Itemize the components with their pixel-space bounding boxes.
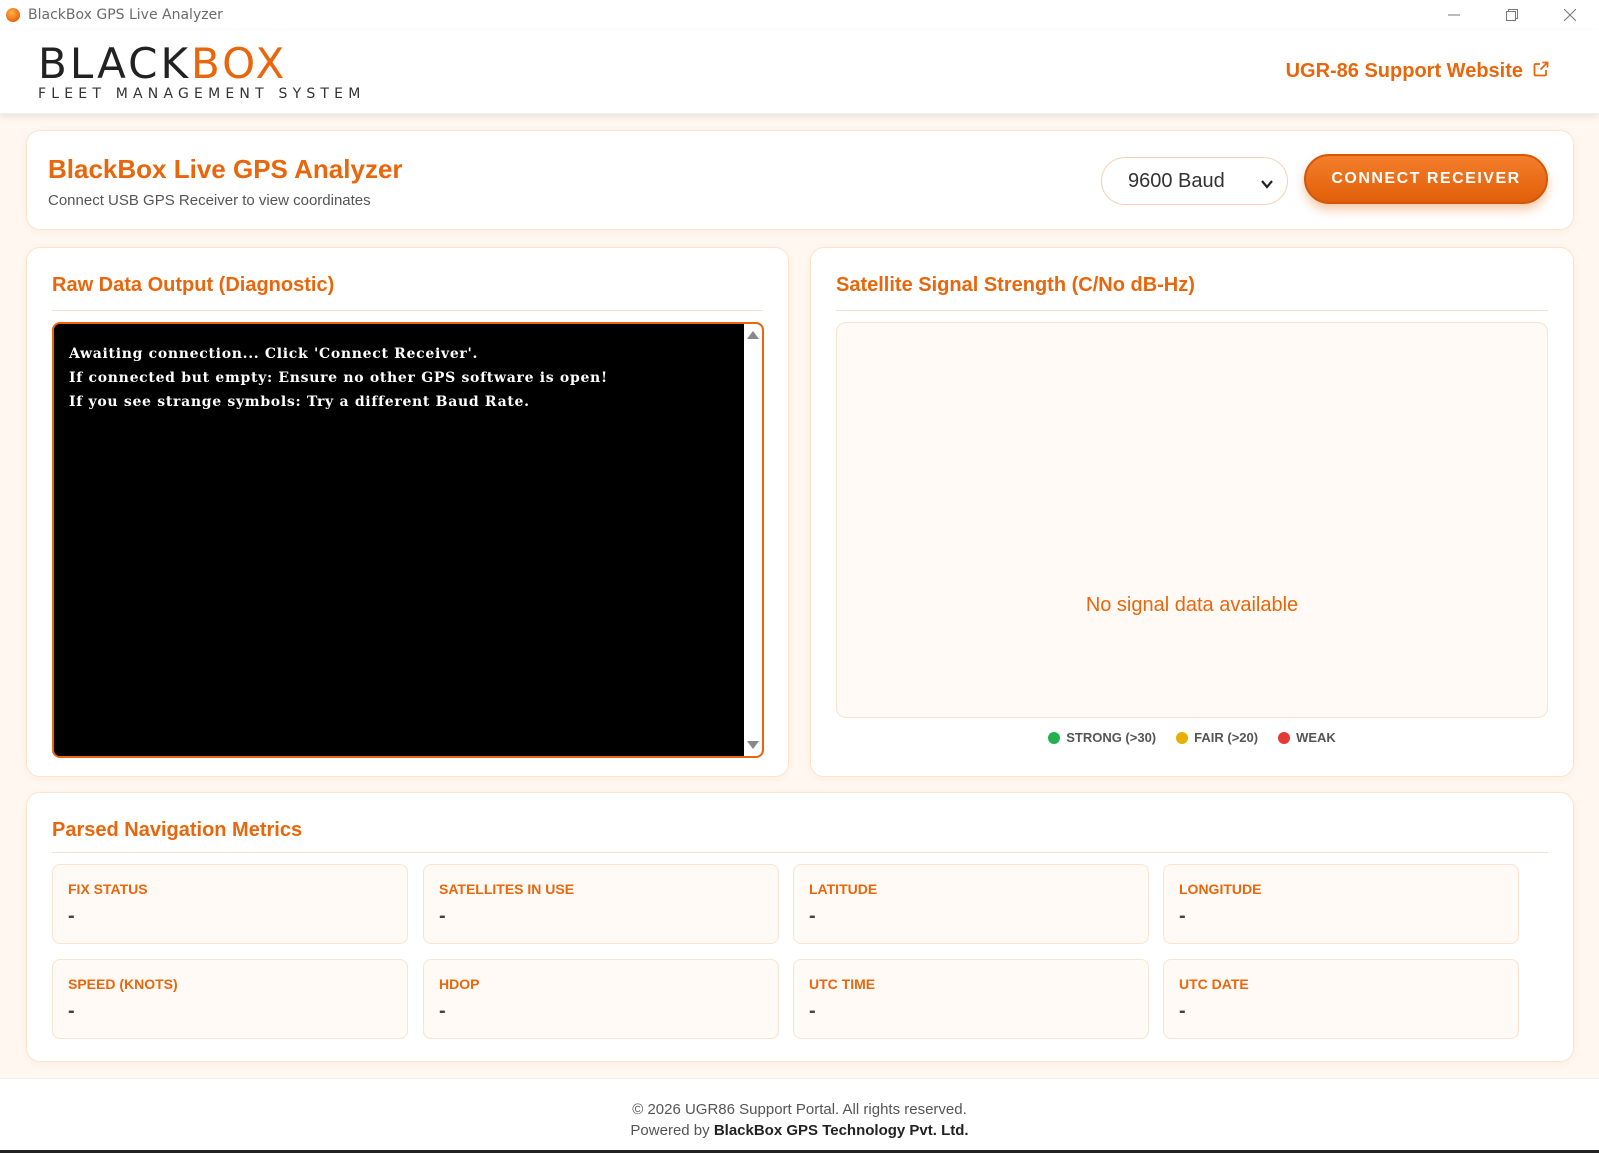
powered-by-prefix: Powered by (630, 1122, 710, 1139)
raw-output-title: Raw Data Output (Diagnostic) (52, 274, 335, 296)
divider (836, 310, 1548, 311)
terminal-line: If connected but empty: Ensure no other … (69, 370, 608, 386)
logo-text-black: BLACK (38, 39, 192, 88)
support-website-link[interactable]: UGR-86 Support Website (1286, 60, 1549, 83)
metric-label: HDOP (439, 976, 480, 992)
terminal-scrollbar[interactable] (744, 324, 762, 756)
signal-legend: STRONG (>30) FAIR (>20) WEAK (811, 730, 1573, 745)
baud-rate-select[interactable]: 9600 Baud (1101, 157, 1288, 205)
metric-utc-date: UTC DATE - (1163, 959, 1519, 1039)
metric-value: - (68, 1000, 75, 1022)
signal-chart-area (836, 322, 1548, 718)
raw-output-card: Raw Data Output (Diagnostic) Awaiting co… (26, 247, 789, 777)
legend-label: WEAK (1296, 730, 1336, 745)
scroll-down-icon[interactable] (747, 741, 759, 749)
legend-label: FAIR (>20) (1194, 730, 1259, 745)
navigation-metrics-card: Parsed Navigation Metrics FIX STATUS - S… (26, 792, 1574, 1062)
minimize-icon[interactable] (1425, 0, 1483, 30)
metric-label: LONGITUDE (1179, 881, 1262, 897)
window-title-bar: BlackBox GPS Live Analyzer (0, 0, 1599, 30)
metric-value: - (1179, 1000, 1186, 1022)
metric-label: SPEED (KNOTS) (68, 976, 178, 992)
legend-label: STRONG (>30) (1066, 730, 1157, 745)
metric-label: FIX STATUS (68, 881, 148, 897)
window-controls (1425, 0, 1599, 30)
metric-satellites-in-use: SATELLITES IN USE - (423, 864, 779, 944)
metric-label: SATELLITES IN USE (439, 881, 575, 897)
terminal-line: Awaiting connection... Click 'Connect Re… (69, 346, 479, 362)
metric-value: - (809, 1000, 816, 1022)
fair-dot-icon (1176, 731, 1189, 744)
legend-item-fair: FAIR (>20) (1176, 730, 1258, 745)
weak-dot-icon (1278, 731, 1291, 744)
window-title: BlackBox GPS Live Analyzer (28, 7, 223, 23)
metric-value: - (439, 905, 446, 927)
logo-text-orange: BOX (191, 39, 288, 88)
page-title: BlackBox Live GPS Analyzer (48, 154, 403, 184)
metric-fix-status: FIX STATUS - (52, 864, 408, 944)
metric-value: - (809, 905, 816, 927)
raw-output-terminal[interactable]: Awaiting connection... Click 'Connect Re… (52, 322, 764, 758)
satellite-signal-title: Satellite Signal Strength (C/No dB-Hz) (836, 274, 1195, 296)
logo-subtitle: FLEET MANAGEMENT SYSTEM (38, 86, 366, 102)
metric-label: UTC TIME (809, 976, 876, 992)
footer-powered-by: Powered by BlackBox GPS Technology Pvt. … (0, 1122, 1599, 1139)
metric-value: - (439, 1000, 446, 1022)
analyzer-control-card: BlackBox Live GPS Analyzer Connect USB G… (26, 130, 1574, 230)
legend-item-strong: STRONG (>30) (1048, 730, 1156, 745)
terminal-line: If you see strange symbols: Try a differ… (69, 394, 530, 410)
connect-receiver-button[interactable]: CONNECT RECEIVER (1304, 154, 1548, 204)
metric-label: LATITUDE (809, 881, 878, 897)
metric-utc-time: UTC TIME - (793, 959, 1149, 1039)
metric-value: - (1179, 905, 1186, 927)
metric-latitude: LATITUDE - (793, 864, 1149, 944)
divider (52, 310, 763, 311)
baud-rate-value: 9600 Baud (1128, 169, 1225, 192)
page-footer: © 2026 UGR86 Support Portal. All rights … (0, 1078, 1599, 1153)
metric-hdop: HDOP - (423, 959, 779, 1039)
external-link-icon (1533, 60, 1549, 83)
scroll-up-icon[interactable] (747, 331, 759, 339)
app-icon (6, 8, 20, 22)
app-header: BLACKBOX FLEET MANAGEMENT SYSTEM UGR-86 … (0, 30, 1599, 114)
chevron-down-icon (1261, 174, 1273, 197)
divider (52, 852, 1548, 853)
metric-speed: SPEED (KNOTS) - (52, 959, 408, 1039)
metric-longitude: LONGITUDE - (1163, 864, 1519, 944)
maximize-icon[interactable] (1483, 0, 1541, 30)
support-link-label: UGR-86 Support Website (1285, 60, 1523, 82)
legend-item-weak: WEAK (1278, 730, 1336, 745)
metric-value: - (68, 905, 75, 927)
metric-label: UTC DATE (1179, 976, 1249, 992)
strong-dot-icon (1048, 731, 1061, 744)
close-icon[interactable] (1541, 0, 1599, 30)
metrics-title: Parsed Navigation Metrics (52, 819, 303, 841)
blackbox-logo: BLACKBOX FLEET MANAGEMENT SYSTEM (38, 43, 366, 103)
page-subtitle: Connect USB GPS Receiver to view coordin… (48, 192, 371, 209)
satellite-signal-card: Satellite Signal Strength (C/No dB-Hz) N… (810, 247, 1574, 777)
company-name: BlackBox GPS Technology Pvt. Ltd. (713, 1122, 969, 1139)
no-signal-message: No signal data available (1085, 594, 1299, 616)
footer-copyright: © 2026 UGR86 Support Portal. All rights … (632, 1101, 967, 1118)
terminal-text: Awaiting connection... Click 'Connect Re… (69, 342, 732, 414)
